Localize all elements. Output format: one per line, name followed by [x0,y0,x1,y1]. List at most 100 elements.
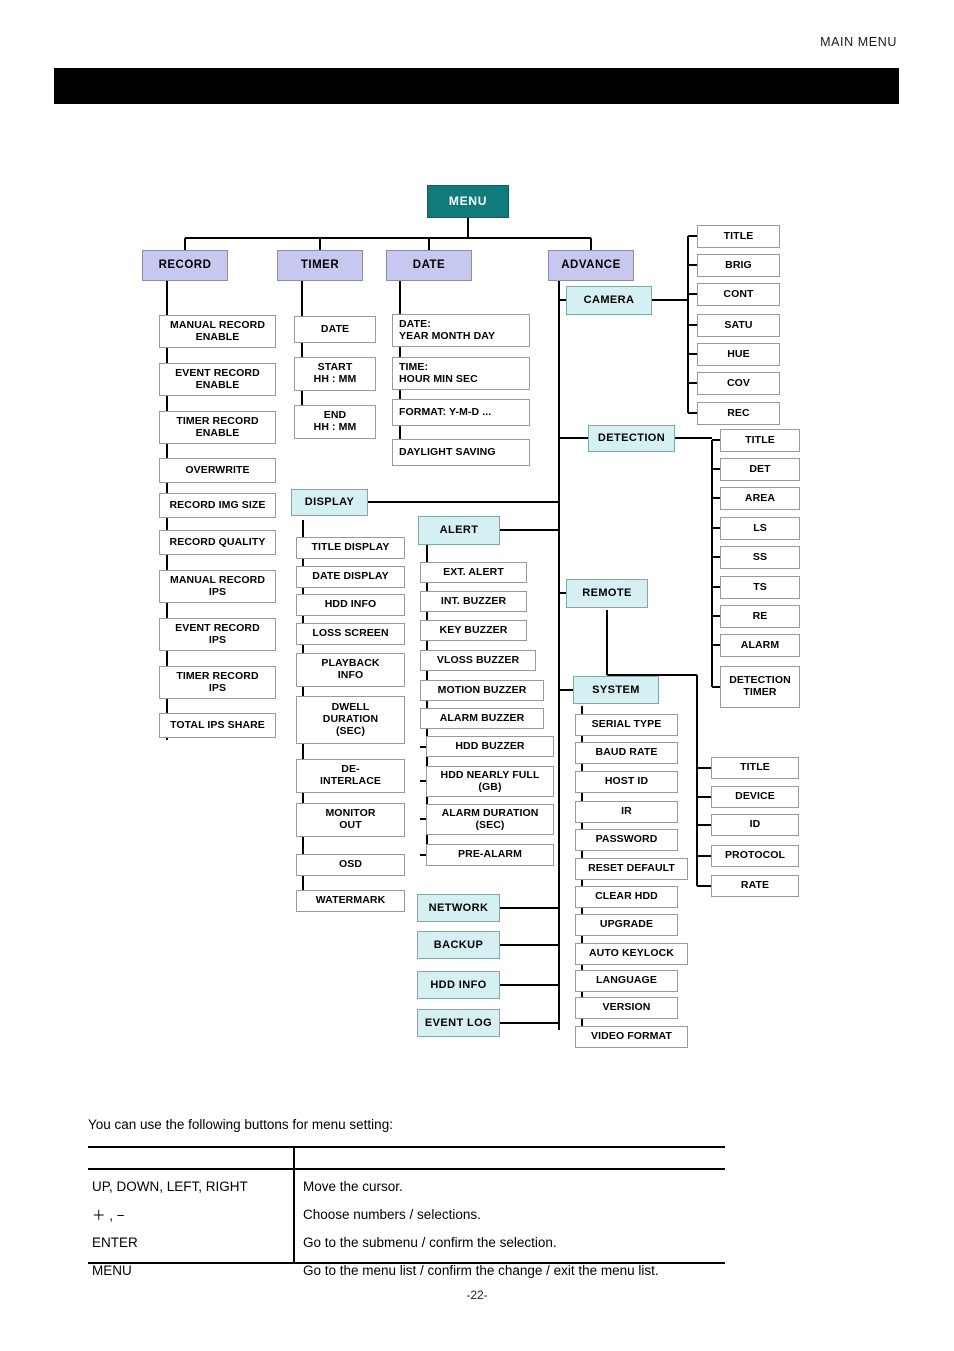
node-display-child[interactable]: DWELL DURATION (SEC) [296,696,405,744]
node-timer-child[interactable]: END HH : MM [294,405,376,439]
node-display-child[interactable]: LOSS SCREEN [296,623,405,645]
node-display[interactable]: DISPLAY [291,489,368,516]
node-detection-child[interactable]: DETECTION TIMER [720,666,800,708]
node-event-log[interactable]: EVENT LOG [417,1009,500,1037]
button-function-table: UP, DOWN, LEFT, RIGHT Move the cursor. ＋… [88,1146,725,1284]
node-camera-child[interactable]: TITLE [697,225,780,248]
node-detection-child[interactable]: DET [720,458,800,481]
node-alert-child[interactable]: ALARM BUZZER [420,708,544,729]
node-camera-child[interactable]: COV [697,372,780,395]
node-remote-child[interactable]: RATE [711,875,799,897]
node-timer-child[interactable]: DATE [294,316,376,343]
node-system-child[interactable]: UPGRADE [575,914,678,936]
node-record[interactable]: RECORD [142,250,228,281]
node-display-child[interactable]: WATERMARK [296,890,405,912]
node-alert-child[interactable]: MOTION BUZZER [420,680,544,701]
node-record-child[interactable]: RECORD IMG SIZE [159,493,276,518]
node-display-child[interactable]: MONITOR OUT [296,803,405,837]
node-system-child[interactable]: IR [575,801,678,823]
table-row: ＋ , − Choose numbers / selections. [88,1200,725,1228]
table-cell-desc: Go to the submenu / confirm the selectio… [303,1234,557,1250]
node-record-child[interactable]: EVENT RECORD IPS [159,618,276,651]
node-detection-child[interactable]: RE [720,605,800,628]
menu-tree-diagram: MENU RECORD TIMER DATE ADVANCE MANUAL RE… [0,0,954,1080]
node-system-child[interactable]: SERIAL TYPE [575,714,678,736]
node-detection-child[interactable]: AREA [720,487,800,510]
node-system-child[interactable]: AUTO KEYLOCK [575,943,688,965]
node-timer[interactable]: TIMER [277,250,363,281]
node-alert-child[interactable]: HDD NEARLY FULL (GB) [426,766,554,797]
node-date-child[interactable]: DAYLIGHT SAVING [392,439,530,466]
node-alert-child[interactable]: INT. BUZZER [420,591,527,612]
table-row: UP, DOWN, LEFT, RIGHT Move the cursor. [88,1172,725,1200]
node-display-child[interactable]: HDD INFO [296,594,405,616]
table-cell-desc: Move the cursor. [303,1178,403,1194]
node-remote-child[interactable]: TITLE [711,757,799,779]
node-system-child[interactable]: HOST ID [575,771,678,793]
node-backup[interactable]: BACKUP [417,931,500,959]
node-timer-child[interactable]: START HH : MM [294,357,376,391]
node-alert-child[interactable]: EXT. ALERT [420,562,527,583]
node-camera[interactable]: CAMERA [566,286,652,315]
node-record-child[interactable]: RECORD QUALITY [159,530,276,555]
node-display-child[interactable]: PLAYBACK INFO [296,653,405,687]
node-display-child[interactable]: DE- INTERLACE [296,759,405,793]
node-record-child[interactable]: TIMER RECORD ENABLE [159,411,276,444]
node-network[interactable]: NETWORK [417,894,500,922]
table-header-cell-key [88,1146,297,1172]
node-system-child[interactable]: RESET DEFAULT [575,858,688,880]
page-number: -22- [466,1288,488,1302]
node-camera-child[interactable]: CONT [697,283,780,306]
node-detection-child[interactable]: SS [720,546,800,569]
table-cell-key: UP, DOWN, LEFT, RIGHT [92,1178,248,1194]
node-alert[interactable]: ALERT [418,516,500,545]
node-camera-child[interactable]: REC [697,402,780,425]
table-cell-key: ＋ , − [92,1208,125,1223]
node-menu-root[interactable]: MENU [427,185,509,218]
node-remote-child[interactable]: ID [711,814,799,836]
node-alert-child[interactable]: ALARM DURATION (SEC) [426,804,554,835]
node-display-child[interactable]: TITLE DISPLAY [296,537,405,559]
node-system-child[interactable]: CLEAR HDD [575,886,678,908]
node-date-child[interactable]: DATE: YEAR MONTH DAY [392,314,530,347]
node-system-child[interactable]: VERSION [575,997,678,1019]
node-record-child[interactable]: MANUAL RECORD ENABLE [159,315,276,348]
node-detection-child[interactable]: ALARM [720,634,800,657]
table-row: ENTER Go to the submenu / confirm the se… [88,1228,725,1256]
node-date-child[interactable]: TIME: HOUR MIN SEC [392,357,530,390]
node-advance[interactable]: ADVANCE [548,250,634,281]
node-detection-child[interactable]: TS [720,576,800,599]
node-alert-child[interactable]: PRE-ALARM [426,844,554,866]
node-record-child[interactable]: OVERWRITE [159,458,276,483]
node-date[interactable]: DATE [386,250,472,281]
node-camera-child[interactable]: BRIG [697,254,780,277]
node-date-child[interactable]: FORMAT: Y-M-D ... [392,399,530,426]
node-remote[interactable]: REMOTE [566,579,648,608]
node-display-child[interactable]: OSD [296,854,405,876]
node-camera-child[interactable]: SATU [697,314,780,337]
node-record-child[interactable]: EVENT RECORD ENABLE [159,363,276,396]
node-detection[interactable]: DETECTION [588,425,675,452]
node-system[interactable]: SYSTEM [573,676,659,704]
table-cell-desc: Go to the menu list / confirm the change… [303,1262,659,1278]
node-alert-child[interactable]: KEY BUZZER [420,620,527,641]
node-alert-child[interactable]: HDD BUZZER [426,736,554,757]
node-display-child[interactable]: DATE DISPLAY [296,566,405,588]
table-row: MENU Go to the menu list / confirm the c… [88,1256,725,1284]
node-record-child[interactable]: MANUAL RECORD IPS [159,570,276,603]
table-cell-key: ENTER [92,1234,138,1250]
node-system-child[interactable]: PASSWORD [575,829,678,851]
node-remote-child[interactable]: PROTOCOL [711,845,799,867]
node-remote-child[interactable]: DEVICE [711,786,799,808]
node-record-child[interactable]: TIMER RECORD IPS [159,666,276,699]
table-header-cell-desc [297,1146,725,1172]
node-record-child[interactable]: TOTAL IPS SHARE [159,713,276,738]
node-alert-child[interactable]: VLOSS BUZZER [420,650,536,671]
node-system-child[interactable]: BAUD RATE [575,742,678,764]
node-detection-child[interactable]: TITLE [720,429,800,452]
node-system-child[interactable]: LANGUAGE [575,970,678,992]
node-camera-child[interactable]: HUE [697,343,780,366]
node-detection-child[interactable]: LS [720,517,800,540]
node-hdd-info[interactable]: HDD INFO [417,971,500,999]
node-system-child[interactable]: VIDEO FORMAT [575,1026,688,1048]
